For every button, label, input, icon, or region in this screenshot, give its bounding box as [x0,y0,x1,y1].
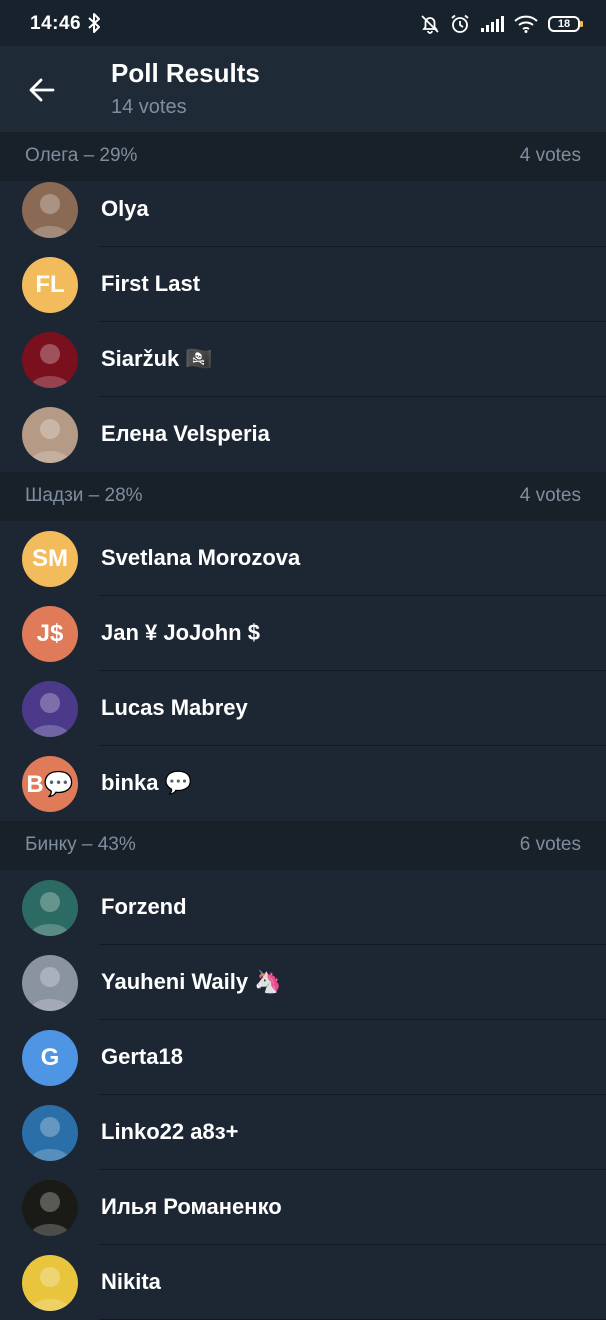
avatar [22,1180,78,1236]
avatar [22,407,78,463]
avatar [22,955,78,1011]
voter-name: Илья Романенко [101,1194,282,1219]
app-bar: Poll Results 14 votes [0,46,606,132]
avatar [22,1105,78,1161]
avatar-initials: FL [35,271,65,298]
bluetooth-icon [88,13,100,33]
voter-row[interactable]: J$ Jan ¥ JoJohn $ [0,596,606,671]
voter-name: First Last [101,271,201,296]
back-arrow-icon [29,78,55,102]
voter-name: Lucas Mabrey [101,695,248,720]
option-votes: 4 votes [519,485,581,506]
page-title: Poll Results [111,58,260,88]
voter-row[interactable]: Yauheni Waily 🦄 [0,945,606,1020]
avatar [22,332,78,388]
voter-row[interactable]: B💬 binka 💬 [0,746,606,821]
avatar-initials: B💬 [26,770,74,798]
avatar-initials: SM [32,545,68,572]
voter-row[interactable]: G Gerta18 [0,1020,606,1095]
avatar [22,880,78,936]
voter-row[interactable]: FL First Last [0,247,606,322]
voter-name: Jan ¥ JoJohn $ [101,620,260,645]
vote-count: 14 votes [111,96,187,118]
avatar: J$ [22,606,78,662]
avatar-photo [30,344,70,388]
option-votes: 6 votes [519,834,581,855]
bell-off-icon [421,15,439,34]
status-icons: 18 [420,12,583,36]
voter-name: Gerta18 [101,1044,183,1069]
battery-level: 18 [557,18,571,30]
voter-row[interactable]: Елена Velsperia [0,397,606,472]
voter-name: Siaržuk 🏴‍☠️ [101,346,213,371]
avatar-photo [30,1117,70,1161]
poll-option-header: Бинку – 43% 6 votes [0,821,606,870]
avatar-initials: G [40,1044,60,1071]
avatar-photo [30,419,70,463]
poll-option-header: Шадзи – 28% 4 votes [0,472,606,521]
poll-option-header: Олега – 29% 4 votes [0,132,606,181]
avatar [22,681,78,737]
voter-name: binka 💬 [101,770,192,795]
voter-name: Елена Velsperia [101,421,270,446]
option-votes: 4 votes [519,145,581,166]
voter-row[interactable]: Илья Романенко [0,1170,606,1245]
avatar: G [22,1030,78,1086]
avatar-photo [30,1192,70,1236]
voter-row[interactable]: SM Svetlana Morozova [0,521,606,596]
avatar [22,182,78,238]
status-bar: 14:46 18 [0,0,606,46]
avatar-photo [30,194,70,238]
voter-row[interactable]: Siaržuk 🏴‍☠️ [0,322,606,397]
battery-icon: 18 [548,16,583,32]
voter-name: Yauheni Waily 🦄 [101,969,282,994]
voter-name: Nikita [101,1269,161,1294]
avatar-photo [30,892,70,936]
option-label: Олега – 29% [25,145,138,166]
status-time: 14:46 [30,13,82,34]
voter-row[interactable]: Nikita [0,1245,606,1320]
voter-row[interactable]: Olya [0,181,606,247]
voter-row[interactable]: Lucas Mabrey [0,671,606,746]
avatar [22,1255,78,1311]
avatar-photo [30,693,70,737]
back-button[interactable] [20,68,64,112]
avatar-photo [30,967,70,1011]
voter-row[interactable]: Forzend [0,870,606,945]
signal-icon [481,16,504,32]
avatar: SM [22,531,78,587]
voter-name: Forzend [101,894,187,919]
wifi-icon [514,15,538,33]
voter-name: Svetlana Morozova [101,545,301,570]
avatar: FL [22,257,78,313]
voter-name: Linko22 a8з+ [101,1119,239,1144]
alarm-icon [451,14,469,33]
avatar: B💬 [22,756,78,812]
poll-results-list: Олега – 29% 4 votes Olya FL First Last S… [0,132,606,1320]
avatar-photo [30,1267,70,1311]
option-label: Шадзи – 28% [25,485,143,506]
avatar-initials: J$ [36,620,64,647]
voter-row[interactable]: Linko22 a8з+ [0,1095,606,1170]
option-label: Бинку – 43% [25,834,136,855]
voter-name: Olya [101,196,149,221]
